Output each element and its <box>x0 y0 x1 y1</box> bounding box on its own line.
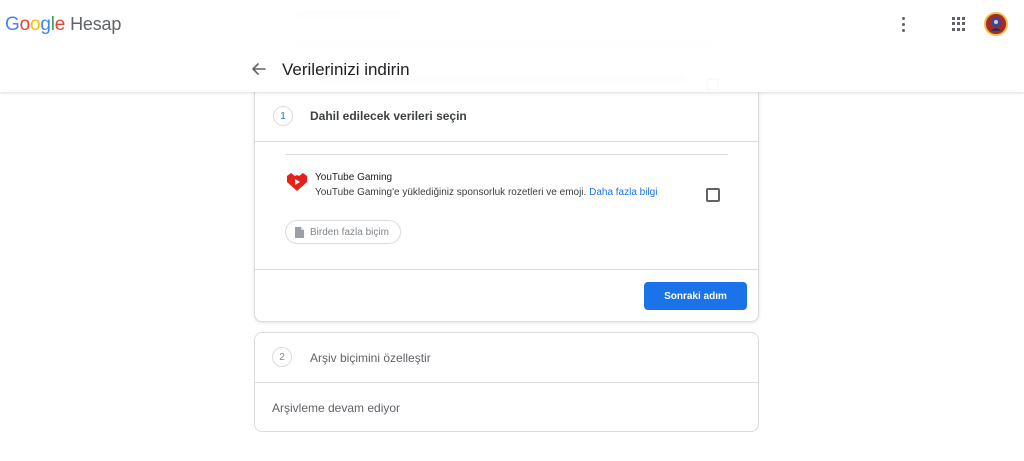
archiving-status: Arşivleme devam ediyor <box>272 401 401 415</box>
page-title: Verilerinizi indirin <box>282 60 410 79</box>
app-header: Google Hesap Verilerinizi indirin <box>0 0 1024 92</box>
logo-letter: o <box>19 14 31 35</box>
learn-more-link[interactable]: Daha fazla bilgi <box>589 187 657 198</box>
step-title: Dahil edilecek verileri seçin <box>310 109 467 123</box>
card-footer-divider <box>255 269 758 270</box>
step-number: 1 <box>273 106 293 126</box>
format-chip-label: Birden fazla biçim <box>310 226 389 238</box>
divider <box>285 154 728 155</box>
more-vert-icon[interactable] <box>895 14 911 34</box>
next-step-button[interactable]: Sonraki adım <box>644 282 747 310</box>
youtube-gaming-icon <box>285 171 309 193</box>
logo-letter: o <box>29 14 41 35</box>
format-chip[interactable]: Birden fazla biçim <box>285 220 401 244</box>
file-icon <box>295 227 304 238</box>
google-account-logo[interactable]: Google Hesap <box>5 14 121 36</box>
include-service-checkbox[interactable] <box>706 188 720 202</box>
service-description-text: YouTube Gaming'e yüklediğiniz sponsorluk… <box>315 187 587 198</box>
product-name: Hesap <box>70 14 122 34</box>
apps-grid-icon[interactable] <box>952 17 966 31</box>
step-1-card: 1 Dahil edilecek verileri seçin YouTube … <box>254 92 759 322</box>
step-number: 2 <box>272 347 292 367</box>
logo-letter: g <box>40 14 51 35</box>
step-title: Arşiv biçimini özelleştir <box>310 351 431 365</box>
step-2-card: 2 Arşiv biçimini özelleştir Arşivleme de… <box>254 332 759 432</box>
logo-letter: e <box>54 14 66 35</box>
logo-letter: G <box>5 14 20 35</box>
step-1-header[interactable]: 1 Dahil edilecek verileri seçin <box>255 92 758 142</box>
arrow-back-icon[interactable] <box>249 59 269 79</box>
service-name: YouTube Gaming <box>315 172 393 183</box>
service-description: YouTube Gaming'e yüklediğiniz sponsorluk… <box>315 187 657 198</box>
divider <box>255 382 758 383</box>
avatar[interactable] <box>984 12 1008 36</box>
